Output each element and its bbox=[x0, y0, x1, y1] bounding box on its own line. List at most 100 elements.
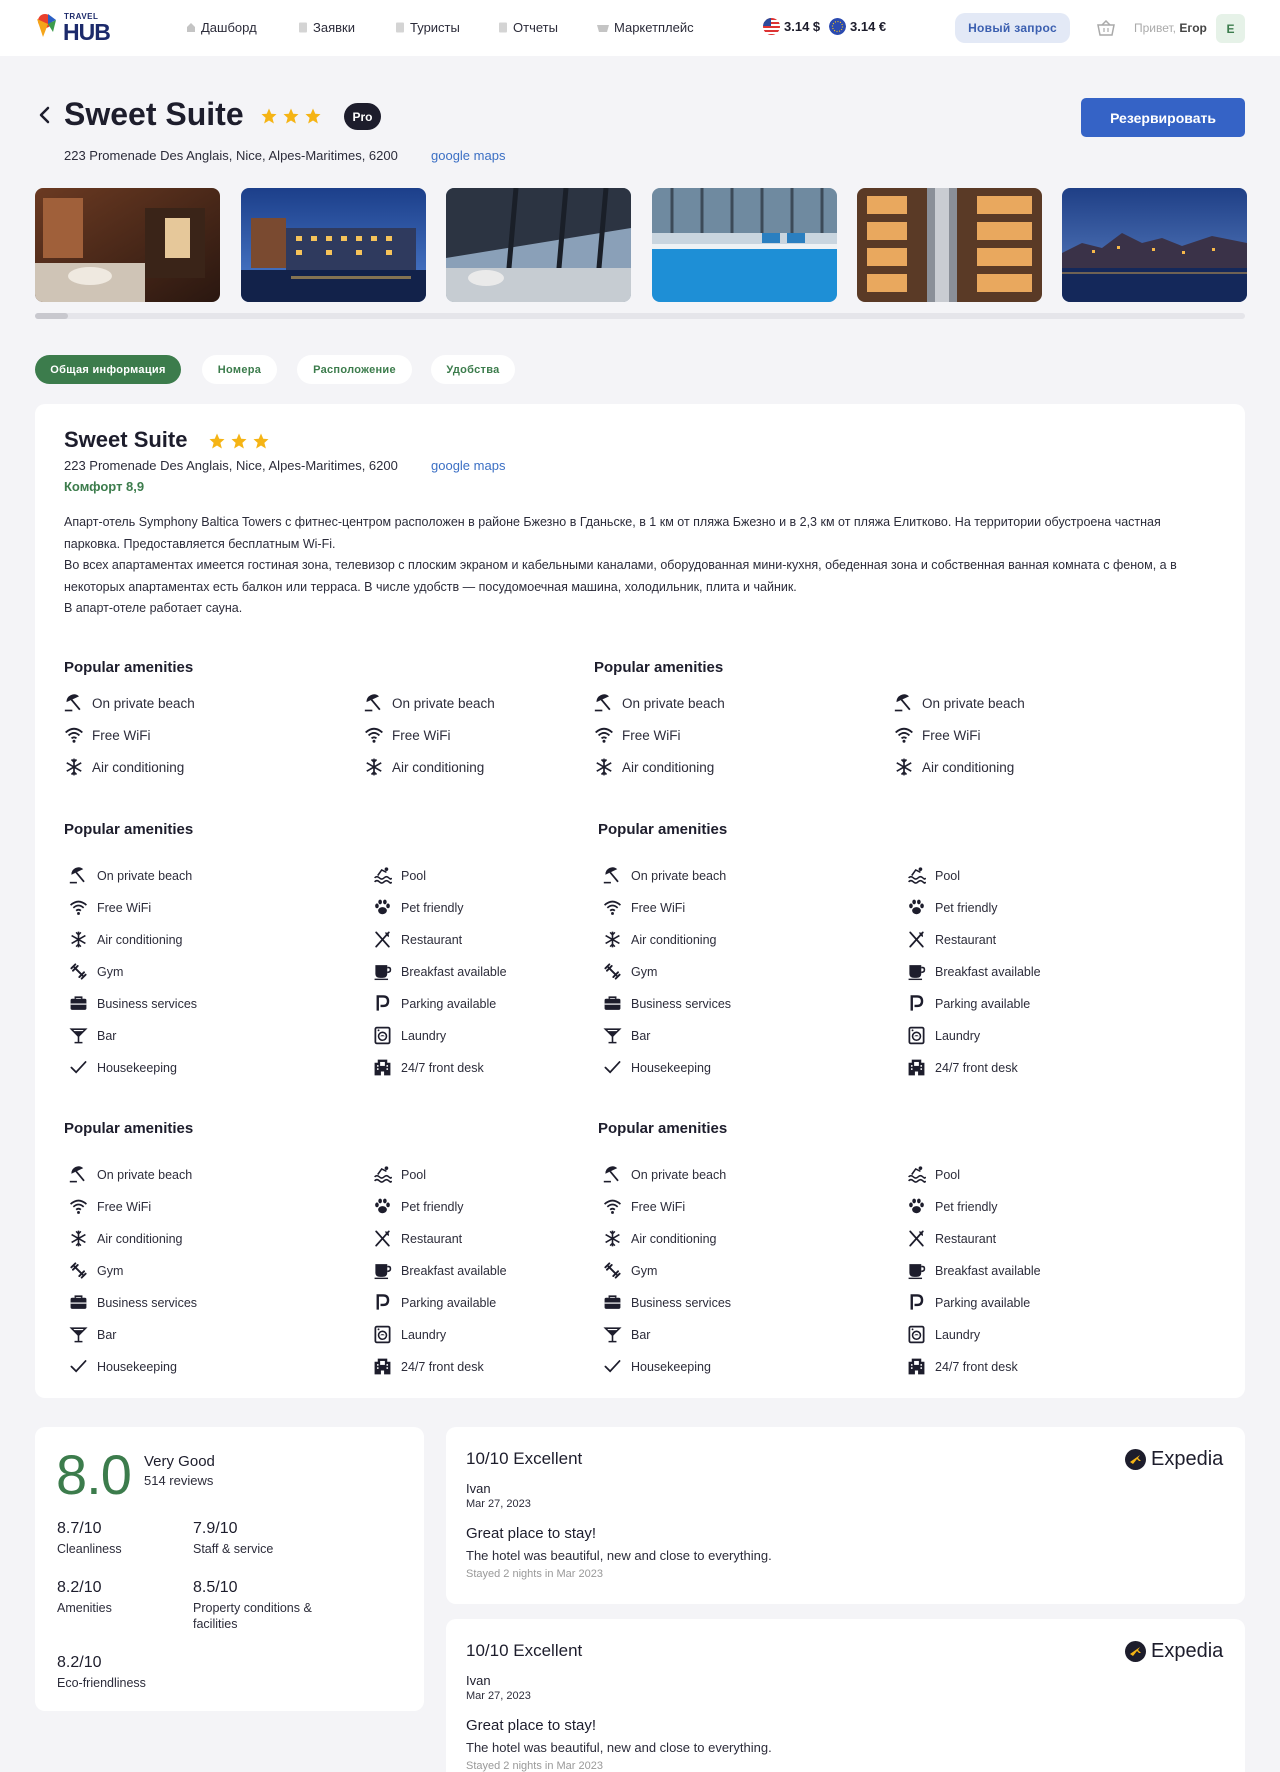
amenity-label: Breakfast available bbox=[935, 964, 1041, 979]
amenity-item: Air conditioning bbox=[594, 757, 714, 777]
star-icon bbox=[209, 433, 225, 449]
subscore-value: 8.7/10 bbox=[57, 1520, 102, 1537]
amenity-item: Parking available bbox=[907, 994, 1030, 1013]
amenity-label: Gym bbox=[631, 964, 658, 979]
amenity-label: Free WiFi bbox=[631, 900, 686, 915]
gallery-photo-pool[interactable] bbox=[652, 188, 837, 302]
amenity-item: On private beach bbox=[64, 693, 195, 713]
amenity-label: Restaurant bbox=[935, 1231, 997, 1246]
amenity-item: Free WiFi bbox=[603, 1197, 685, 1216]
nav-dashboard[interactable]: Дашборд bbox=[186, 20, 257, 35]
greeting-prefix: Привет, bbox=[1134, 21, 1177, 35]
cart-icon[interactable] bbox=[1097, 20, 1115, 36]
hotel-stars bbox=[260, 107, 322, 125]
tab-rooms[interactable]: Номера bbox=[202, 355, 277, 384]
amenity-label: Pool bbox=[935, 1167, 961, 1182]
pool-icon bbox=[908, 1166, 926, 1183]
amenity-label: Air conditioning bbox=[631, 1231, 717, 1246]
amenity-label: Housekeeping bbox=[631, 1359, 711, 1374]
amenity-label: Air conditioning bbox=[622, 759, 715, 775]
gallery-scrollbar-track[interactable] bbox=[35, 313, 1245, 319]
amenity-label: Gym bbox=[97, 1263, 124, 1278]
gallery-scrollbar-thumb[interactable] bbox=[35, 313, 68, 319]
nav-tourists[interactable]: Туристы bbox=[395, 20, 460, 35]
pro-badge: Pro bbox=[344, 103, 381, 130]
amenity-item: Pet friendly bbox=[373, 898, 464, 917]
check-icon bbox=[604, 1360, 621, 1373]
description-paragraph: Во всех апартаментах имеется гостиная зо… bbox=[64, 558, 1177, 594]
amenity-label: Pet friendly bbox=[935, 900, 998, 915]
amenity-item: Bar bbox=[69, 1026, 116, 1045]
amenity-item: Pet friendly bbox=[907, 898, 998, 917]
subscore-label: Property conditions & facilities bbox=[193, 1601, 312, 1631]
pool-icon bbox=[374, 867, 392, 884]
nav-marketplace[interactable]: Маркетплейс bbox=[597, 20, 694, 35]
card-hotel-stars bbox=[208, 432, 270, 450]
hotel-title: Sweet Suite bbox=[64, 96, 244, 132]
gallery-photo-room[interactable] bbox=[35, 188, 220, 302]
amenity-item: On private beach bbox=[364, 693, 495, 713]
card-google-maps-link[interactable]: google maps bbox=[431, 458, 505, 473]
gallery-photo-city[interactable] bbox=[1062, 188, 1247, 302]
amenity-item: On private beach bbox=[69, 1165, 192, 1184]
front-desk-icon bbox=[908, 1358, 925, 1375]
amenity-label: Housekeeping bbox=[97, 1060, 177, 1075]
amenity-item: Breakfast available bbox=[907, 962, 1041, 981]
tab-amenities[interactable]: Удобства bbox=[431, 355, 515, 384]
amenity-label: 24/7 front desk bbox=[935, 1060, 1018, 1075]
travel-hub-logo[interactable]: TRAVEL HUB bbox=[34, 10, 124, 45]
amenity-item: Free WiFi bbox=[64, 725, 151, 745]
reserve-button[interactable]: Резервировать bbox=[1081, 98, 1245, 137]
gallery-photo-terrace[interactable] bbox=[446, 188, 631, 302]
amenity-item: Parking available bbox=[907, 1293, 1030, 1312]
expedia-logo: Expedia bbox=[1125, 1640, 1223, 1663]
back-arrow-icon[interactable] bbox=[38, 104, 52, 126]
amenity-item: Housekeeping bbox=[603, 1058, 711, 1077]
amenity-item: Laundry bbox=[373, 1026, 446, 1045]
amenity-item: On private beach bbox=[69, 866, 192, 885]
amenity-label: Bar bbox=[631, 1028, 651, 1043]
nav-label: Отчеты bbox=[513, 20, 558, 35]
subscore-label: Staff & service bbox=[193, 1542, 274, 1556]
tab-location[interactable]: Расположение bbox=[297, 355, 412, 384]
paw-icon bbox=[909, 899, 924, 915]
amenity-item: Air conditioning bbox=[69, 930, 182, 949]
amenities-heading: Popular amenities bbox=[598, 821, 728, 838]
photo-room-image bbox=[35, 188, 220, 302]
fork-knife-icon bbox=[909, 1230, 924, 1247]
tab-general-info[interactable]: Общая информация bbox=[35, 355, 181, 384]
nav-requests[interactable]: Заявки bbox=[298, 20, 355, 35]
gallery-photo-exterior[interactable] bbox=[241, 188, 426, 302]
description-paragraph: В апарт-отеле работает сауна. bbox=[64, 601, 243, 615]
amenities-heading: Popular amenities bbox=[598, 1120, 728, 1137]
new-request-button[interactable]: Новый запрос bbox=[955, 13, 1070, 43]
document-icon bbox=[499, 22, 507, 33]
amenity-item: Laundry bbox=[907, 1325, 980, 1344]
amenity-item: On private beach bbox=[894, 693, 1025, 713]
gallery-photo-atrium[interactable] bbox=[857, 188, 1042, 302]
amenity-label: Parking available bbox=[401, 996, 497, 1011]
nav-reports[interactable]: Отчеты bbox=[498, 20, 558, 35]
avatar[interactable]: Е bbox=[1216, 14, 1245, 43]
eur-rate-value: 3.14 € bbox=[850, 19, 887, 34]
briefcase-icon bbox=[70, 996, 87, 1010]
google-maps-link[interactable]: google maps bbox=[431, 148, 505, 163]
amenity-item: Free WiFi bbox=[69, 898, 151, 917]
amenity-label: Restaurant bbox=[401, 932, 463, 947]
paw-icon bbox=[375, 1198, 390, 1214]
review-text: The hotel was beautiful, new and close t… bbox=[466, 1740, 772, 1755]
amenity-label: Breakfast available bbox=[401, 1263, 507, 1278]
expedia-logo: Expedia bbox=[1125, 1448, 1223, 1471]
amenity-item: Air conditioning bbox=[603, 1229, 716, 1248]
amenity-label: Housekeeping bbox=[631, 1060, 711, 1075]
front-desk-icon bbox=[374, 1358, 391, 1375]
amenity-item: Free WiFi bbox=[69, 1197, 151, 1216]
review-stay: Stayed 2 nights in Mar 2023 bbox=[466, 1568, 603, 1580]
amenity-label: Gym bbox=[631, 1263, 658, 1278]
parking-icon bbox=[376, 995, 390, 1011]
amenity-label: Laundry bbox=[935, 1028, 981, 1043]
amenity-item: Pool bbox=[907, 866, 960, 885]
amenity-label: Pool bbox=[935, 868, 961, 883]
cocktail-icon bbox=[603, 1028, 622, 1044]
amenity-label: On private beach bbox=[622, 695, 725, 711]
